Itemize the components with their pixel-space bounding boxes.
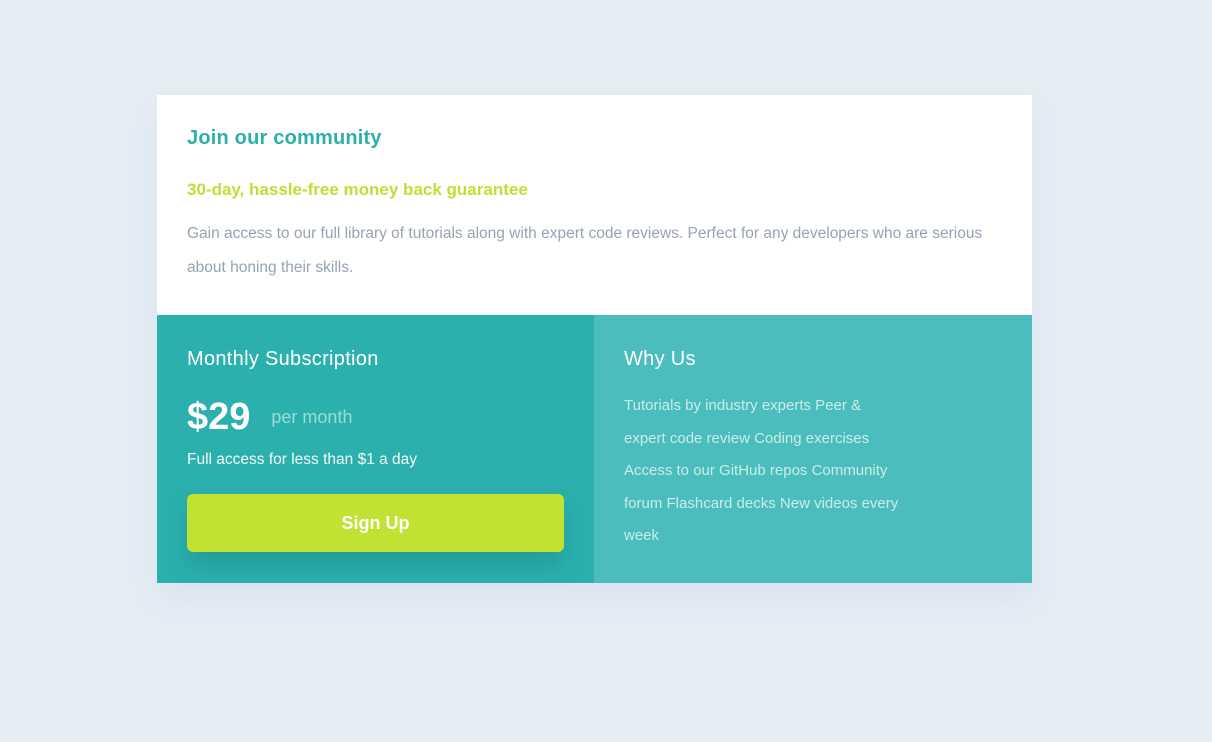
subscription-title: Monthly Subscription	[187, 348, 379, 370]
community-section: Join our community 30-day, hassle-free m…	[157, 95, 1032, 315]
price-amount: $29	[187, 395, 251, 438]
subscription-note: Full access for less than $1 a day	[187, 451, 418, 468]
price-period: per month	[271, 406, 353, 427]
why-us-list: Tutorials by industry experts Peer & exp…	[624, 397, 899, 544]
why-us-title: Why Us	[624, 348, 696, 370]
community-description: Gain access to our full library of tutor…	[187, 225, 983, 276]
community-title: Join our community	[187, 127, 382, 149]
guarantee-text: 30-day, hassle-free money back guarantee	[187, 180, 528, 199]
pricing-card: Join our community 30-day, hassle-free m…	[157, 95, 1032, 583]
sign-up-button[interactable]: Sign Up	[187, 494, 564, 552]
subscription-section: Monthly Subscription $29 per month Full …	[157, 315, 594, 583]
price-row: $29 per month	[187, 395, 352, 439]
why-us-section: Why Us Tutorials by industry experts Pee…	[594, 315, 1032, 583]
